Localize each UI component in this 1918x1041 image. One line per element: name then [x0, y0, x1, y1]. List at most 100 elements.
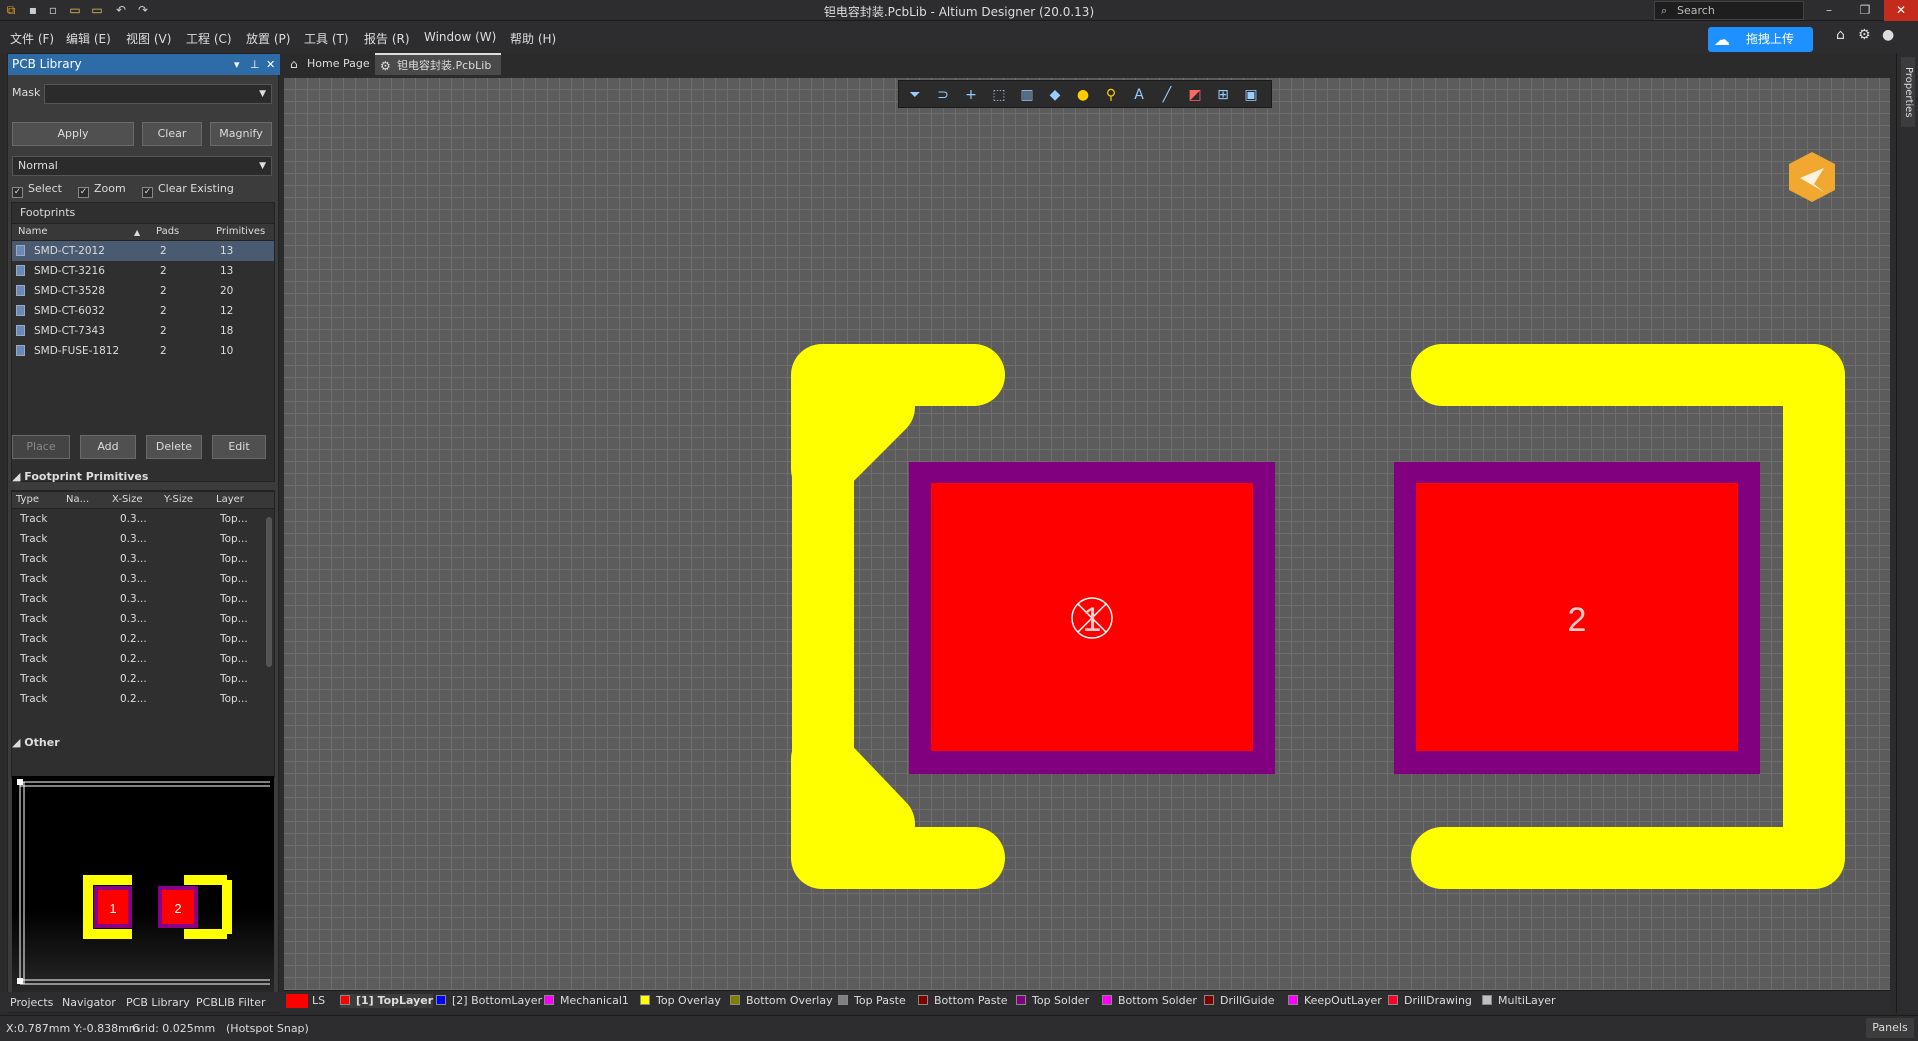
col-name[interactable]: Na... [66, 494, 89, 505]
select-checkbox[interactable]: ✓ Select [12, 182, 62, 198]
place-button[interactable]: Place [12, 435, 70, 459]
menu-reports[interactable]: 报告 (R) [364, 30, 410, 47]
region-icon[interactable]: ▣ [1241, 85, 1261, 105]
layer-color-swatch[interactable] [286, 994, 308, 1008]
via-icon[interactable]: ⚲ [1101, 85, 1121, 105]
layer-keepout[interactable]: KeepOutLayer [1288, 994, 1382, 1008]
primitive-row[interactable]: Track 0.2... Top... [12, 649, 274, 669]
footprint-icon [16, 245, 25, 256]
layer-multilayer[interactable]: MultiLayer [1482, 994, 1556, 1008]
footprint-row[interactable]: SMD-CT-3528 2 20 [12, 281, 274, 301]
layer-bottom-paste[interactable]: Bottom Paste [918, 994, 1008, 1008]
layer-bottom-solder[interactable]: Bottom Solder [1102, 994, 1197, 1008]
gear-icon[interactable]: ⚙ [1858, 27, 1871, 43]
arc-icon[interactable]: ◩ [1185, 85, 1205, 105]
zoom-checkbox[interactable]: ✓ Zoom [78, 182, 126, 198]
clear-existing-checkbox[interactable]: ✓ Clear Existing [142, 182, 234, 198]
restore-button[interactable]: ❐ [1848, 0, 1882, 21]
apply-button[interactable]: Apply [12, 122, 134, 146]
snap-icon[interactable]: ⊃ [933, 85, 953, 105]
menu-tools[interactable]: 工具 (T) [304, 30, 349, 47]
layer-top-paste[interactable]: Top Paste [838, 994, 906, 1008]
layer-drillguide[interactable]: DrillGuide [1204, 994, 1274, 1008]
panel-close-icon[interactable]: ✕ [266, 54, 275, 75]
col-ysize[interactable]: Y-Size [164, 494, 193, 505]
other-title[interactable]: ◢ Other [12, 736, 60, 749]
menu-help[interactable]: 帮助 (H) [510, 30, 556, 47]
component-icon[interactable]: ◆ [1045, 85, 1065, 105]
panels-button[interactable]: Panels [1866, 1018, 1914, 1038]
col-pads[interactable]: Pads [156, 226, 179, 237]
user-icon[interactable]: ● [1882, 27, 1894, 43]
layer-top-overlay[interactable]: Top Overlay [640, 994, 721, 1008]
mask-input[interactable]: ▼ [44, 84, 272, 104]
footprint-row[interactable]: SMD-CT-2012 2 13 [12, 241, 274, 261]
magnify-button[interactable]: Magnify [210, 122, 272, 146]
tab-home-page[interactable]: ⌂ Home Page [285, 53, 373, 75]
primitives-scrollbar[interactable] [266, 517, 272, 667]
preview-pad2-label: 2 [174, 901, 181, 916]
menu-file[interactable]: 文件 (F) [10, 30, 54, 47]
tab-pcblib[interactable]: ⚙ 钽电容封装.PcbLib [375, 53, 501, 75]
layer-ls[interactable]: LS [312, 994, 325, 1008]
primitive-row[interactable]: Track 0.3... Top... [12, 569, 274, 589]
home-icon[interactable]: ⌂ [1836, 27, 1845, 43]
footprint-row[interactable]: SMD-CT-3216 2 13 [12, 261, 274, 281]
primitive-row[interactable]: Track 0.2... Top... [12, 689, 274, 709]
primitives-title[interactable]: ◢ Footprint Primitives [12, 470, 148, 483]
primitive-row[interactable]: Track 0.3... Top... [12, 529, 274, 549]
layer-bottomlayer[interactable]: [2] BottomLayer [436, 994, 542, 1008]
menu-view[interactable]: 视图 (V) [126, 30, 171, 47]
footprint-row[interactable]: SMD-FUSE-1812 2 10 [12, 341, 274, 361]
delete-button[interactable]: Delete [146, 435, 202, 459]
menu-edit[interactable]: 编辑 (E) [66, 30, 111, 47]
menu-place[interactable]: 放置 (P) [246, 30, 290, 47]
properties-tab[interactable]: Properties [1901, 57, 1915, 127]
minimize-button[interactable]: – [1812, 0, 1846, 21]
filter-icon[interactable]: ⏷ [905, 85, 925, 105]
layer-top-solder[interactable]: Top Solder [1016, 994, 1089, 1008]
pcb-canvas[interactable]: 1 2 [284, 78, 1890, 991]
clear-button[interactable]: Clear [142, 122, 202, 146]
overlay-track [792, 396, 854, 846]
layer-mechanical1[interactable]: Mechanical1 [544, 994, 629, 1008]
crosshair-icon[interactable]: + [961, 85, 981, 105]
col-primitives[interactable]: Primitives [216, 226, 265, 237]
select-rect-icon[interactable]: ⬚ [989, 85, 1009, 105]
primitive-row[interactable]: Track 0.3... Top... [12, 509, 274, 529]
search-input[interactable]: ⌕ Search [1654, 1, 1804, 20]
primitive-row[interactable]: Track 0.3... Top... [12, 609, 274, 629]
layer-drilldrawing[interactable]: DrillDrawing [1388, 994, 1472, 1008]
add-button[interactable]: Add [80, 435, 136, 459]
primitive-row[interactable]: Track 0.3... Top... [12, 549, 274, 569]
upload-button[interactable]: ☁ 拖拽上传 [1708, 27, 1813, 52]
mode-select[interactable]: Normal ▼ [12, 156, 272, 176]
col-name[interactable]: Name [18, 226, 48, 237]
tab-navigator[interactable]: Navigator [62, 996, 116, 1009]
align-icon[interactable]: ▥ [1017, 85, 1037, 105]
col-layer[interactable]: Layer [216, 494, 244, 505]
pin-icon[interactable]: ⊥ [250, 54, 260, 75]
tab-projects[interactable]: Projects [10, 996, 53, 1009]
menu-window[interactable]: Window (W) [424, 30, 496, 44]
chevron-down-icon: ▼ [259, 89, 266, 99]
edit-button[interactable]: Edit [212, 435, 266, 459]
text-icon[interactable]: A [1129, 85, 1149, 105]
footprint-row[interactable]: SMD-CT-6032 2 12 [12, 301, 274, 321]
col-type[interactable]: Type [16, 494, 39, 505]
close-button[interactable]: ✕ [1884, 0, 1918, 21]
tab-pcblib-filter[interactable]: PCBLIB Filter [196, 996, 266, 1009]
layer-toplayer[interactable]: [1] TopLayer [340, 994, 434, 1008]
line-icon[interactable]: ╱ [1157, 85, 1177, 105]
primitive-row[interactable]: Track 0.2... Top... [12, 669, 274, 689]
tab-pcb-library[interactable]: PCB Library [126, 996, 190, 1009]
menu-project[interactable]: 工程 (C) [186, 30, 232, 47]
dimension-icon[interactable]: ⊞ [1213, 85, 1233, 105]
primitive-row[interactable]: Track 0.3... Top... [12, 589, 274, 609]
primitive-row[interactable]: Track 0.2... Top... [12, 629, 274, 649]
pad-icon[interactable]: ● [1073, 85, 1093, 105]
layer-bottom-overlay[interactable]: Bottom Overlay [730, 994, 833, 1008]
col-xsize[interactable]: X-Size [112, 494, 143, 505]
footprint-row[interactable]: SMD-CT-7343 2 18 [12, 321, 274, 341]
panel-menu-icon[interactable]: ▾ [234, 54, 240, 75]
